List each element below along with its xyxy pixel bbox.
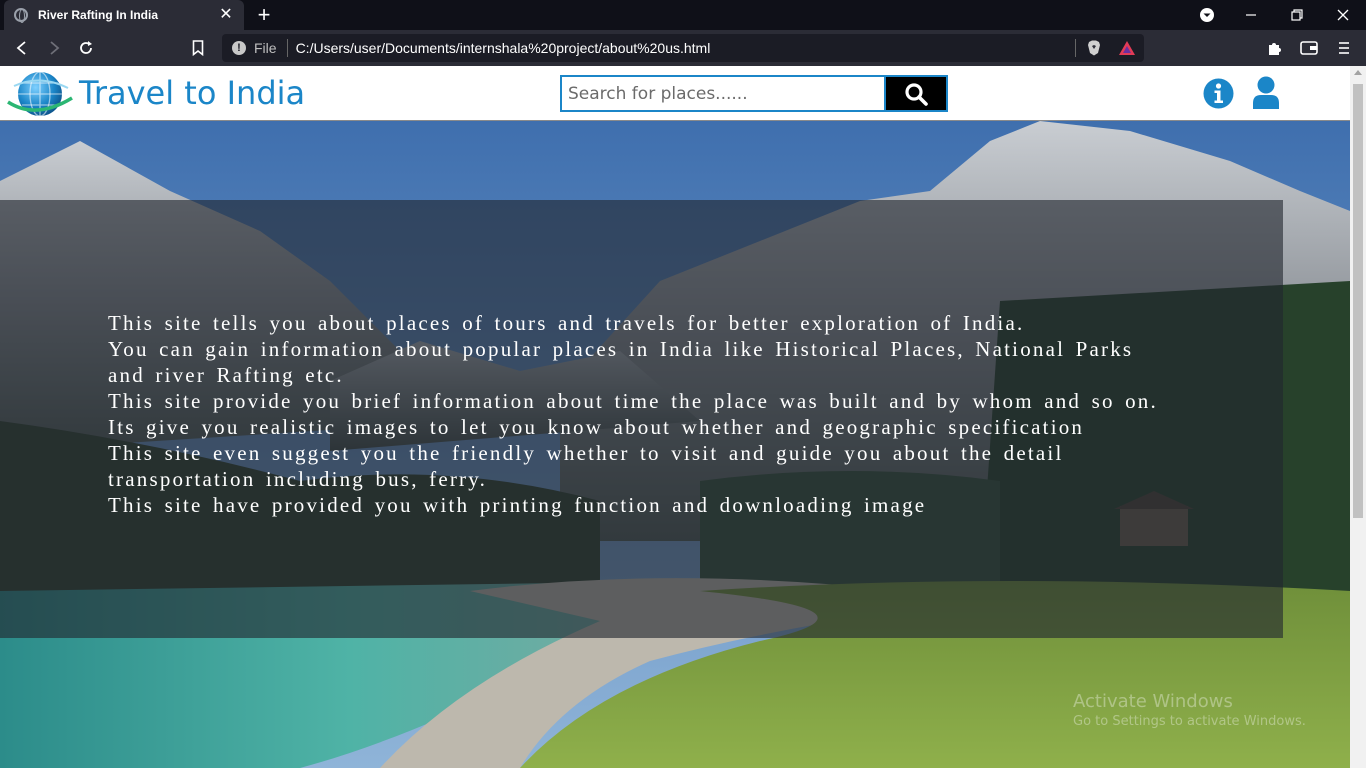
file-scheme-label: File: [254, 40, 277, 56]
brave-shield-icon[interactable]: [1086, 40, 1102, 56]
minimize-icon: [1246, 14, 1256, 16]
new-tab-button[interactable]: +: [254, 3, 274, 27]
back-icon: [16, 41, 26, 55]
divider: [1075, 39, 1076, 57]
divider: [286, 39, 288, 57]
close-window-button[interactable]: [1320, 0, 1366, 30]
page-viewport: Travel to India Search for places...... …: [0, 66, 1350, 768]
close-tab-icon[interactable]: ✕: [218, 7, 234, 23]
menu-icon: [1339, 42, 1349, 54]
about-line: This site provide you brief information …: [108, 389, 1158, 413]
watermark-title: Activate Windows: [1073, 691, 1233, 712]
close-icon: [1337, 9, 1349, 21]
bookmark-button[interactable]: [188, 38, 208, 58]
tab-title: River Rafting In India: [38, 8, 159, 22]
site-header: Travel to India: [0, 66, 1350, 121]
globe-icon: [14, 8, 28, 23]
globe-logo-icon[interactable]: [6, 68, 74, 120]
forward-icon: [50, 41, 60, 55]
tab-search-button[interactable]: [1184, 0, 1230, 30]
restore-icon: [1291, 9, 1303, 21]
minimize-button[interactable]: [1228, 0, 1274, 30]
restore-button[interactable]: [1274, 0, 1320, 30]
watermark-subtitle: Go to Settings to activate Windows.: [1073, 714, 1306, 729]
user-icon[interactable]: [1252, 76, 1280, 110]
back-button[interactable]: [12, 38, 32, 58]
brave-rewards-icon[interactable]: [1118, 40, 1136, 56]
site-title[interactable]: Travel to India: [79, 74, 305, 112]
wallet-icon: [1300, 41, 1318, 55]
about-text: This site tells you about places of tour…: [108, 310, 1178, 518]
reload-icon: [80, 41, 92, 54]
about-panel: This site tells you about places of tour…: [0, 200, 1283, 638]
browser-tab-strip: River Rafting In India ✕ +: [0, 0, 1366, 30]
address-bar[interactable]: ! File C:/Users/user/Documents/internsha…: [222, 34, 1144, 62]
browser-menu-button[interactable]: [1334, 38, 1354, 58]
browser-toolbar: ! File C:/Users/user/Documents/internsha…: [0, 30, 1366, 66]
about-line: Its give you realistic images to let you…: [108, 415, 1085, 439]
activate-windows-watermark: Activate Windows Go to Settings to activ…: [1073, 691, 1306, 729]
download-icon: [1200, 8, 1214, 22]
wallet-button[interactable]: [1299, 38, 1319, 58]
info-icon[interactable]: [1203, 78, 1234, 109]
scrollbar-thumb[interactable]: [1353, 84, 1363, 518]
about-line: This site tells you about places of tour…: [108, 311, 1025, 335]
url-text[interactable]: C:/Users/user/Documents/internshala%20pr…: [296, 40, 1075, 56]
about-line: You can gain information about popular p…: [108, 337, 1134, 387]
page-scrollbar[interactable]: [1350, 66, 1366, 768]
browser-tab[interactable]: River Rafting In India ✕: [4, 0, 244, 30]
extensions-icon: [1269, 43, 1281, 55]
bookmark-icon: [192, 40, 204, 56]
info-icon[interactable]: !: [232, 41, 246, 55]
search-icon: [905, 82, 928, 106]
search-input[interactable]: [560, 75, 884, 112]
search-button[interactable]: [884, 75, 948, 112]
forward-button[interactable]: [44, 38, 64, 58]
about-line: This site have provided you with printin…: [108, 493, 927, 517]
scroll-up-arrow-icon[interactable]: [1354, 70, 1362, 75]
reload-button[interactable]: [76, 38, 96, 58]
hero-section: This site tells you about places of tour…: [0, 121, 1350, 768]
about-line: This site even suggest you the friendly …: [108, 441, 1064, 491]
extensions-button[interactable]: [1265, 38, 1285, 58]
